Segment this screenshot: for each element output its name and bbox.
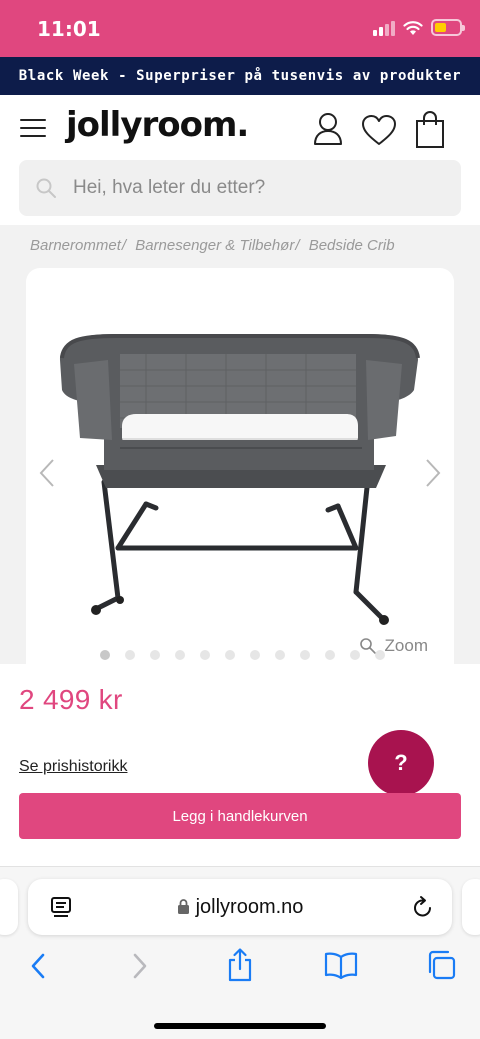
status-icons [373,19,465,36]
status-time: 11:01 [37,17,101,41]
carousel-dot[interactable] [250,650,260,660]
share-button[interactable] [226,947,254,988]
search-bar[interactable] [19,160,461,216]
search-input[interactable] [73,160,443,216]
cellular-signal-icon [373,20,395,36]
next-tab-peek[interactable] [462,879,480,935]
shopping-bag-icon[interactable] [414,111,446,149]
search-icon [36,178,56,198]
status-bar: 11:01 [0,0,480,57]
lock-icon [177,899,189,914]
heart-icon[interactable] [360,113,398,147]
carousel-dot[interactable] [325,650,335,660]
add-to-cart-button[interactable]: Legg i handlekurven [19,793,461,839]
forward-button[interactable] [130,951,150,986]
share-icon [228,948,252,982]
breadcrumb-separator: / [295,237,300,254]
battery-icon [431,19,465,36]
carousel-dot[interactable] [150,650,160,660]
product-price: 2 499 kr [19,684,123,715]
promo-banner[interactable]: Black Week - Superpriser på tusenvis av … [0,57,480,95]
site-header: jollyroom. [0,95,480,225]
tabs-button[interactable] [426,949,456,986]
forward-icon [133,953,147,979]
bookmarks-icon [324,952,358,980]
breadcrumb-separator: / [121,237,127,254]
menu-icon[interactable] [20,119,46,139]
carousel-dot[interactable] [225,650,235,660]
wifi-icon [403,20,423,35]
url-text: jollyroom.no [195,896,304,918]
carousel-dot[interactable] [125,650,135,660]
carousel-dot[interactable] [175,650,185,660]
product-purchase-section: 2 499 kr Se prishistorikk ? Legg i handl… [0,650,480,866]
carousel-pagination[interactable] [100,650,385,660]
previous-tab-peek[interactable] [0,879,18,935]
carousel-dot[interactable] [375,650,385,660]
breadcrumb: Barnerommet/ Barnesenger & Tilbehør/ Bed… [30,237,395,254]
page: 11:01 Black Week - Superpriser på tusenv… [0,0,480,1039]
chevron-right-icon[interactable] [424,458,442,488]
back-button[interactable] [28,951,48,986]
url-display[interactable]: jollyroom.no [28,896,452,919]
reload-icon[interactable] [412,895,434,919]
chevron-left-icon[interactable] [38,458,56,488]
user-icon[interactable] [312,111,344,147]
carousel-dot[interactable] [200,650,210,660]
help-button[interactable]: ? [368,730,434,796]
browser-toolbar: jollyroom.no [0,866,480,1039]
carousel-dot[interactable] [350,650,360,660]
price-history-link[interactable]: Se prishistorikk [19,758,127,776]
carousel-dot[interactable] [275,650,285,660]
home-indicator [154,1023,326,1029]
zoom-label: Zoom [384,636,428,655]
breadcrumb-item-barnerommet[interactable]: Barnerommet [30,237,121,254]
browser-nav [0,948,480,991]
product-image-carousel[interactable]: Zoom [26,268,454,668]
site-logo[interactable]: jollyroom. [66,105,249,145]
back-icon [31,953,45,979]
breadcrumb-item-bedside-crib[interactable]: Bedside Crib [309,237,395,254]
product-image[interactable] [56,320,424,630]
breadcrumb-item-barnesenger[interactable]: Barnesenger & Tilbehør [135,237,294,254]
carousel-dot[interactable] [100,650,110,660]
address-bar[interactable]: jollyroom.no [28,879,452,935]
carousel-dot[interactable] [300,650,310,660]
bookmarks-button[interactable] [324,951,358,984]
tabs-icon [428,950,456,980]
